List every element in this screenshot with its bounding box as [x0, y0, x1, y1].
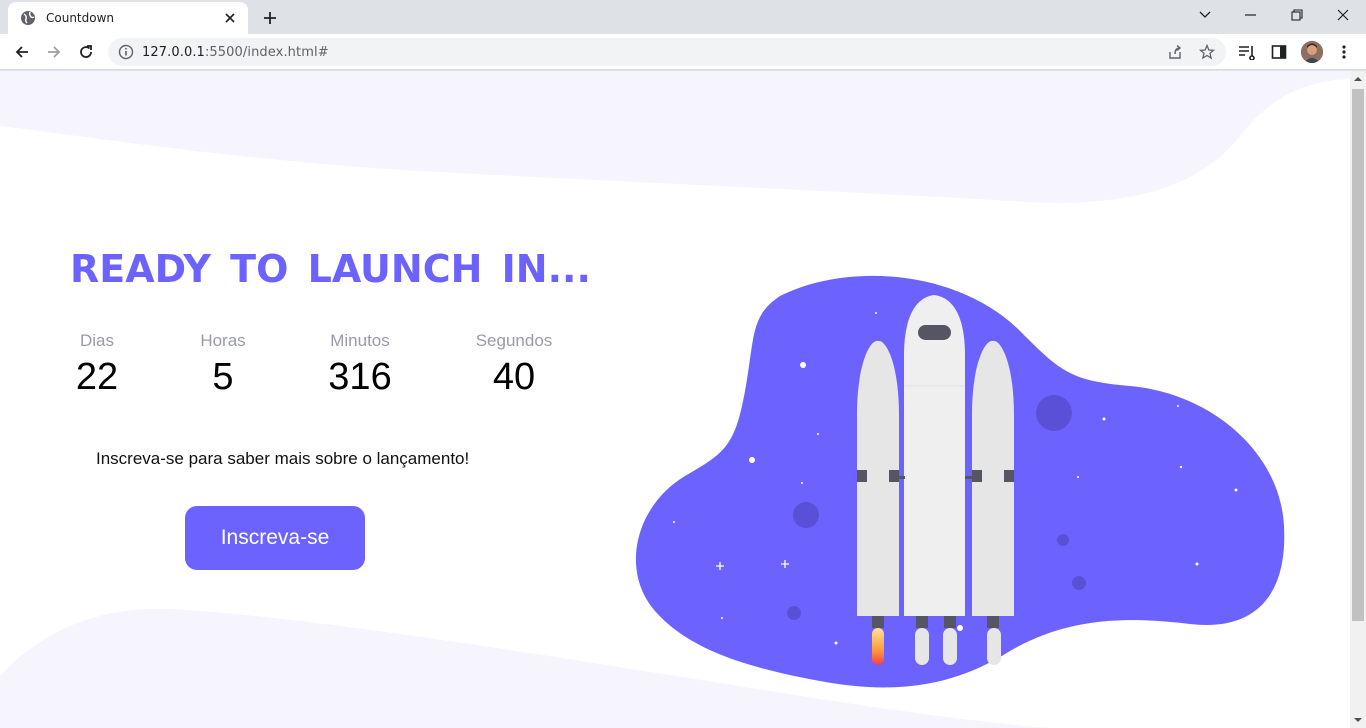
url-path: :5500/index.html#: [204, 44, 329, 60]
counter-seconds: Segundos 40: [466, 331, 562, 399]
profile-avatar[interactable]: [1301, 41, 1323, 63]
kebab-menu-icon[interactable]: [1334, 42, 1354, 62]
counter-value: 5: [212, 356, 234, 398]
scroll-down-arrow-icon[interactable]: [1350, 712, 1366, 728]
side-panel-icon[interactable]: [1269, 42, 1289, 62]
page-scrollbar[interactable]: [1350, 71, 1366, 728]
counter-label: Segundos: [475, 331, 553, 350]
page-title: READY TO LAUNCH IN...: [70, 247, 591, 291]
tab-strip: Countdown: [0, 0, 1366, 34]
counter-value: 22: [75, 356, 119, 398]
restore-icon[interactable]: [1274, 0, 1320, 30]
counter-label: Horas: [200, 331, 246, 350]
reading-list-icon[interactable]: [1237, 42, 1257, 62]
minimize-icon[interactable]: [1228, 0, 1274, 30]
url-text: 127.0.0.1:5500/index.html#: [142, 45, 329, 60]
counter-label: Minutos: [330, 331, 390, 350]
scroll-up-arrow-icon[interactable]: [1350, 71, 1366, 87]
page-viewport: READY TO LAUNCH IN... Dias 22 Horas 5 Mi…: [0, 71, 1350, 728]
counter-hours: Horas 5: [184, 331, 262, 399]
reload-icon[interactable]: [72, 38, 100, 66]
counter-value: 316: [328, 356, 392, 398]
forward-arrow-icon[interactable]: [40, 38, 68, 66]
url-host: 127.0.0.1: [142, 44, 205, 60]
signup-prompt: Inscreva-se para saber mais sobre o lanç…: [96, 449, 470, 468]
star-icon[interactable]: [1198, 43, 1216, 61]
back-arrow-icon[interactable]: [8, 38, 36, 66]
info-icon[interactable]: [118, 44, 134, 60]
rocket-illustration: [635, 275, 1285, 688]
address-bar[interactable]: 127.0.0.1:5500/index.html#: [108, 38, 1226, 66]
counter-days: Dias 22: [58, 331, 136, 399]
counter-label: Dias: [79, 331, 114, 350]
tab-title: Countdown: [46, 11, 115, 25]
chevron-down-icon[interactable]: [1182, 0, 1228, 30]
share-icon[interactable]: [1166, 43, 1184, 61]
scrollbar-thumb[interactable]: [1352, 89, 1364, 621]
counter-minutes: Minutos 316: [318, 331, 402, 399]
browser-toolbar: 127.0.0.1:5500/index.html#: [0, 34, 1366, 70]
subscribe-button[interactable]: Inscreva-se: [185, 506, 365, 570]
plus-icon[interactable]: [258, 6, 282, 30]
counter-value: 40: [492, 356, 536, 398]
tab-countdown[interactable]: Countdown: [8, 2, 248, 34]
close-icon[interactable]: [222, 10, 238, 26]
close-window-icon[interactable]: [1320, 0, 1366, 30]
globe-icon: [20, 10, 36, 26]
